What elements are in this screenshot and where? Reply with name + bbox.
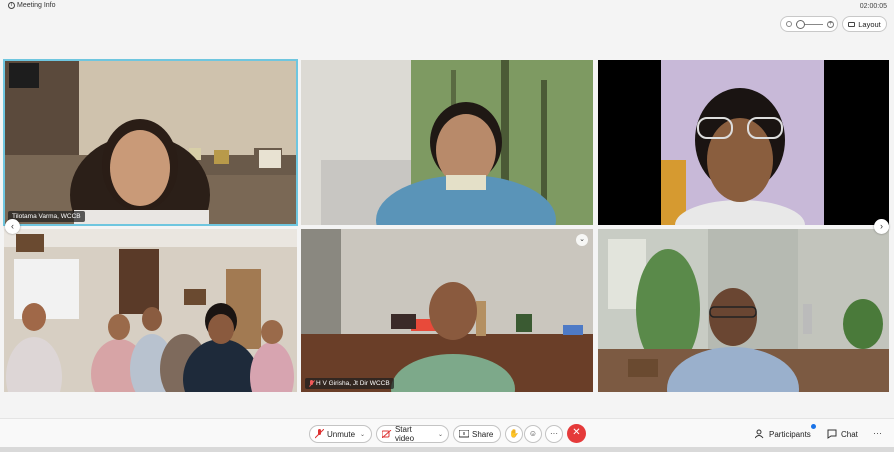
layout-label: Layout bbox=[858, 19, 881, 29]
layout-icon bbox=[848, 21, 856, 27]
more-options-button[interactable]: ··· bbox=[545, 425, 563, 443]
more-icon: ··· bbox=[550, 429, 558, 438]
top-bar: i Meeting Info 02:00:05 bbox=[0, 0, 894, 14]
video-tile-6[interactable] bbox=[598, 229, 889, 392]
video-feed-5 bbox=[301, 229, 593, 392]
layout-button[interactable]: Layout bbox=[842, 16, 887, 32]
share-label: Share bbox=[472, 429, 494, 439]
participants-label: Participants bbox=[769, 429, 811, 439]
zoom-out-icon[interactable] bbox=[786, 21, 792, 27]
video-feed-2 bbox=[301, 60, 593, 225]
video-tile-5[interactable]: ⌄ H V Girisha, Jt Dir WCCB bbox=[301, 229, 593, 392]
zoom-thumb[interactable] bbox=[796, 20, 805, 29]
video-feed-3 bbox=[598, 60, 889, 225]
meeting-info-label: Meeting Info bbox=[17, 2, 56, 9]
next-page-arrow-icon[interactable]: › bbox=[874, 219, 889, 234]
video-feed-4 bbox=[4, 229, 297, 392]
participant-name-tag: H V Girisha, Jt Dir WCCB bbox=[305, 378, 394, 389]
more-options-icon[interactable]: ··· bbox=[873, 428, 882, 438]
info-icon: i bbox=[8, 2, 15, 9]
video-tile-3[interactable] bbox=[598, 60, 889, 225]
smiley-icon: ☺ bbox=[528, 429, 538, 438]
end-call-button[interactable]: ✕ bbox=[567, 424, 586, 443]
start-video-label: Start video bbox=[394, 425, 415, 443]
video-off-icon bbox=[382, 430, 392, 438]
video-tile-2[interactable] bbox=[301, 60, 593, 225]
video-tile-4[interactable] bbox=[4, 229, 297, 392]
chat-icon bbox=[827, 429, 837, 439]
reactions-button[interactable]: ☺ bbox=[524, 425, 542, 443]
video-feed-6 bbox=[598, 229, 889, 392]
chevron-down-icon[interactable]: ⌄ bbox=[360, 431, 365, 438]
meeting-info-button[interactable]: i Meeting Info bbox=[8, 2, 56, 9]
start-video-button[interactable]: Start video ⌄ bbox=[376, 425, 449, 443]
close-icon: ✕ bbox=[572, 427, 581, 438]
meeting-timer: 02:00:05 bbox=[859, 3, 887, 10]
raise-hand-button[interactable]: ✋ bbox=[505, 425, 523, 443]
share-button[interactable]: Share bbox=[453, 425, 501, 443]
share-screen-icon bbox=[459, 430, 469, 438]
participants-icon bbox=[755, 429, 764, 439]
zoom-in-icon[interactable]: + bbox=[827, 21, 834, 28]
hand-icon: ✋ bbox=[509, 429, 519, 438]
mic-muted-icon bbox=[309, 380, 314, 387]
video-feed-1 bbox=[4, 60, 297, 225]
chat-label: Chat bbox=[841, 429, 858, 439]
bottom-strip bbox=[0, 447, 894, 452]
participant-name-tag: Tilotama Varma, WCCB bbox=[8, 211, 85, 222]
unmute-label: Unmute bbox=[327, 429, 356, 439]
chat-button[interactable]: Chat bbox=[827, 429, 858, 439]
video-tile-1[interactable]: Tilotama Varma, WCCB bbox=[3, 59, 298, 226]
unmute-button[interactable]: Unmute ⌄ bbox=[309, 425, 372, 443]
chevron-down-icon[interactable]: ⌄ bbox=[438, 431, 443, 438]
notification-badge bbox=[811, 424, 816, 429]
mic-off-icon bbox=[315, 429, 324, 439]
zoom-slider[interactable]: + bbox=[780, 16, 838, 32]
tile-options-button[interactable]: ⌄ bbox=[576, 234, 588, 246]
prev-page-arrow-icon[interactable]: ‹ bbox=[5, 219, 20, 234]
participants-button[interactable]: Participants bbox=[755, 429, 811, 439]
